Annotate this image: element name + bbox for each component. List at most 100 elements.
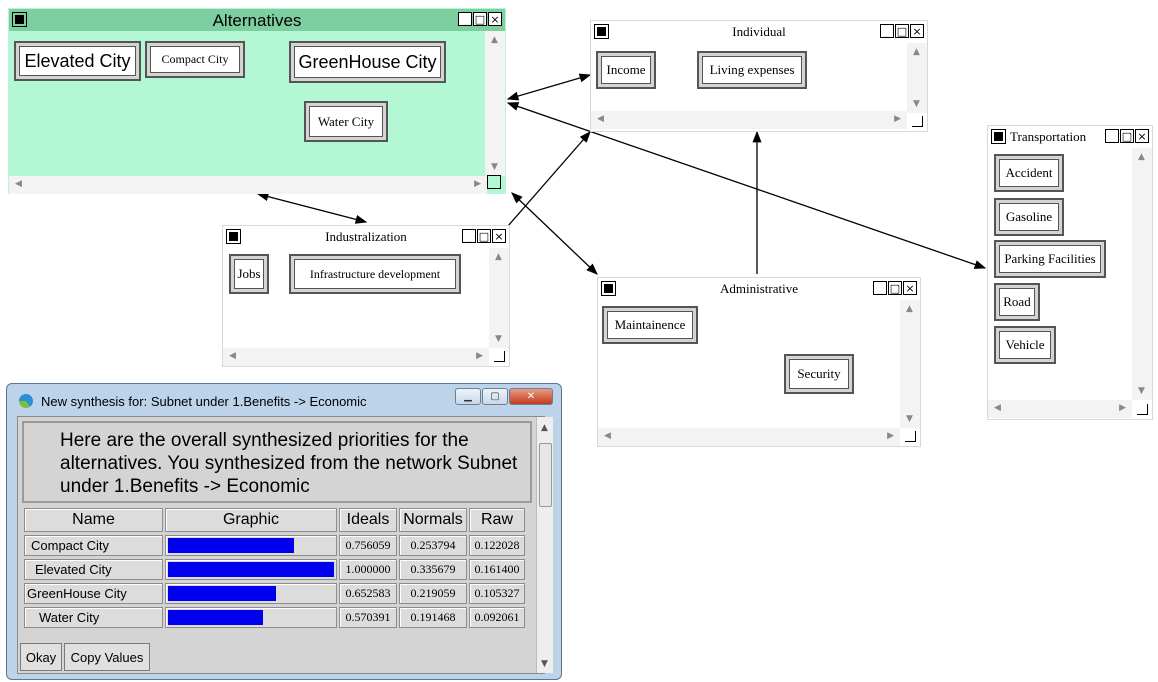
okay-button[interactable]: Okay — [20, 643, 62, 671]
cluster-administrative[interactable]: Administrative _ □ × Maintainence Securi… — [597, 277, 921, 447]
resize-grip[interactable] — [494, 351, 505, 362]
cluster-title: Individual — [732, 24, 786, 39]
node-water-city[interactable]: Water City — [304, 101, 388, 142]
column-header-name: Name — [24, 508, 163, 532]
row-graphic — [165, 583, 337, 604]
window-buttons: _ □ × — [1104, 129, 1149, 143]
minimize-icon[interactable]: _ — [1105, 129, 1119, 143]
window-buttons: _ □ × — [879, 24, 924, 38]
arrow-alternatives-industralization — [256, 192, 368, 224]
row-normal: 0.335679 — [399, 559, 467, 580]
node-maintainence[interactable]: Maintainence — [602, 306, 698, 344]
horizontal-scrollbar[interactable]: ◀ ▶ — [591, 111, 907, 129]
close-icon[interactable]: ✕ — [509, 388, 553, 405]
arrow-alternatives-individual — [506, 73, 592, 101]
vertical-scrollbar[interactable]: ▲ ▼ — [900, 300, 920, 428]
copy-values-button[interactable]: Copy Values — [64, 643, 150, 671]
maximize-icon[interactable]: □ — [895, 24, 909, 38]
node-greenhouse-city[interactable]: GreenHouse City — [289, 41, 446, 83]
maximize-icon[interactable]: □ — [888, 281, 902, 295]
minimize-icon[interactable]: _ — [880, 24, 894, 38]
dialog-body: Here are the overall synthesized priorit… — [17, 416, 553, 674]
row-raw: 0.092061 — [469, 607, 525, 628]
close-icon[interactable]: × — [488, 12, 502, 26]
vertical-scrollbar[interactable]: ▲ ▼ — [489, 248, 509, 348]
horizontal-scrollbar[interactable]: ◀ ▶ — [223, 348, 489, 366]
cluster-alternatives[interactable]: Alternatives _ □ × Elevated City Compact… — [8, 8, 506, 194]
priority-bar — [168, 586, 276, 601]
row-name: GreenHouse City — [24, 583, 163, 604]
column-header-raw: Raw — [469, 508, 525, 532]
dialog-window-buttons: ▁ ▢ ✕ — [454, 388, 553, 405]
row-raw: 0.122028 — [469, 535, 525, 556]
node-elevated-city[interactable]: Elevated City — [14, 41, 141, 81]
minimize-icon[interactable]: _ — [873, 281, 887, 295]
resize-grip[interactable] — [905, 431, 916, 442]
row-raw: 0.161400 — [469, 559, 525, 580]
cluster-individual[interactable]: Individual _ □ × Income Living expenses … — [590, 20, 928, 132]
column-header-ideals: Ideals — [339, 508, 397, 532]
horizontal-scrollbar[interactable]: ◀ ▶ — [988, 400, 1132, 418]
window-buttons: _ □ × — [872, 281, 917, 295]
cluster-title-bar[interactable]: Alternatives _ □ × — [9, 9, 505, 31]
minimize-icon[interactable]: ▁ — [455, 388, 481, 405]
horizontal-scrollbar[interactable]: ◀ ▶ — [598, 428, 900, 446]
resize-grip[interactable] — [487, 175, 501, 189]
window-buttons: _ □ × — [457, 12, 502, 26]
node-income[interactable]: Income — [596, 51, 656, 89]
column-header-graphic: Graphic — [165, 508, 337, 532]
close-icon[interactable]: × — [910, 24, 924, 38]
vertical-scrollbar[interactable]: ▲ ▼ — [536, 417, 553, 673]
resize-grip[interactable] — [912, 116, 923, 127]
row-ideal: 0.652583 — [339, 583, 397, 604]
node-vehicle[interactable]: Vehicle — [994, 326, 1056, 364]
minimize-icon[interactable]: _ — [462, 229, 476, 243]
vertical-scrollbar[interactable]: ▲ ▼ — [1132, 148, 1152, 400]
row-raw: 0.105327 — [469, 583, 525, 604]
cluster-title-bar[interactable]: Transportation _ □ × — [988, 126, 1152, 148]
node-road[interactable]: Road — [994, 283, 1040, 321]
vertical-scrollbar[interactable]: ▲ ▼ — [907, 43, 927, 113]
row-ideal: 0.756059 — [339, 535, 397, 556]
row-graphic — [165, 559, 337, 580]
node-parking-facilities[interactable]: Parking Facilities — [994, 240, 1106, 278]
close-icon[interactable]: × — [1135, 129, 1149, 143]
cluster-title: Alternatives — [212, 11, 302, 30]
maximize-icon[interactable]: □ — [473, 12, 487, 26]
scroll-thumb[interactable] — [539, 443, 552, 507]
priority-bar — [168, 610, 263, 625]
cluster-title-bar[interactable]: Individual _ □ × — [591, 21, 927, 43]
row-ideal: 0.570391 — [339, 607, 397, 628]
synthesis-dialog[interactable]: New synthesis for: Subnet under 1.Benefi… — [6, 383, 562, 680]
system-menu-icon[interactable] — [991, 129, 1006, 144]
node-accident[interactable]: Accident — [994, 154, 1064, 192]
maximize-icon[interactable]: □ — [1120, 129, 1134, 143]
minimize-icon[interactable]: _ — [458, 12, 472, 26]
horizontal-scrollbar[interactable]: ◀ ▶ — [9, 176, 487, 194]
cluster-transportation[interactable]: Transportation _ □ × Accident Gasoline P… — [987, 125, 1153, 420]
arrow-industralization-individual — [507, 131, 591, 227]
row-name: Elevated City — [24, 559, 163, 580]
priority-bar — [168, 538, 294, 553]
close-icon[interactable]: × — [903, 281, 917, 295]
node-infrastructure-development[interactable]: Infrastructure development — [289, 254, 461, 294]
arrow-alternatives-administrative — [511, 192, 598, 275]
node-gasoline[interactable]: Gasoline — [994, 198, 1064, 236]
node-living-expenses[interactable]: Living expenses — [697, 51, 807, 89]
node-security[interactable]: Security — [784, 354, 854, 394]
cluster-title: Transportation — [1010, 129, 1087, 144]
row-normal: 0.253794 — [399, 535, 467, 556]
node-compact-city[interactable]: Compact City — [145, 41, 245, 78]
cluster-title-bar[interactable]: Industralization _ □ × — [223, 226, 509, 248]
maximize-icon[interactable]: □ — [477, 229, 491, 243]
row-graphic — [165, 535, 337, 556]
cluster-industralization[interactable]: Industralization _ □ × Jobs Infrastructu… — [222, 225, 510, 367]
synthesis-message-box: Here are the overall synthesized priorit… — [22, 421, 532, 503]
vertical-scrollbar[interactable]: ▲ ▼ — [485, 31, 505, 176]
node-jobs[interactable]: Jobs — [229, 254, 269, 294]
close-icon[interactable]: × — [492, 229, 506, 243]
cluster-title-bar[interactable]: Administrative _ □ × — [598, 278, 920, 300]
maximize-icon[interactable]: ▢ — [482, 388, 508, 405]
resize-grip[interactable] — [1137, 404, 1148, 415]
dialog-title: New synthesis for: Subnet under 1.Benefi… — [41, 394, 367, 409]
